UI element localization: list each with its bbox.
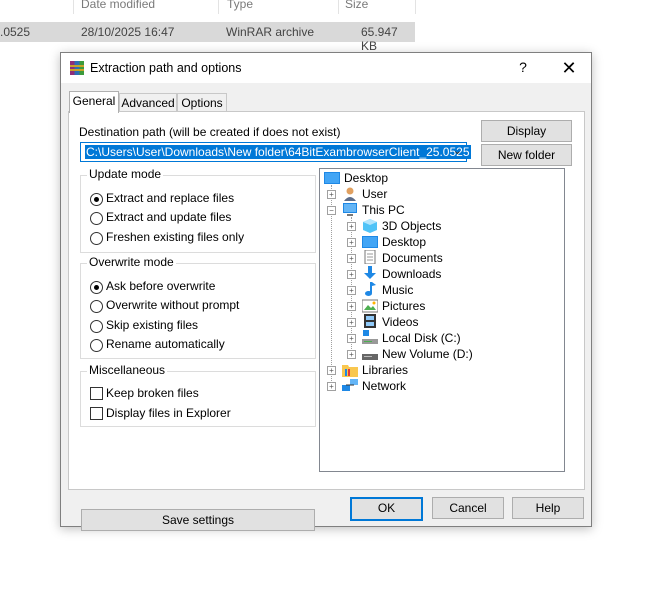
radio-label[interactable]: Ask before overwrite: [106, 279, 215, 293]
update-mode-title: Update mode: [87, 167, 164, 181]
tree-connector: [331, 185, 332, 385]
file-name: .0525: [0, 25, 31, 39]
tab-advanced[interactable]: Advanced: [119, 93, 177, 112]
tab-general[interactable]: General: [69, 91, 119, 113]
tab-options[interactable]: Options: [177, 93, 227, 112]
checkbox-display-in-explorer[interactable]: [90, 407, 103, 420]
help-button[interactable]: Help: [512, 497, 584, 519]
radio-label[interactable]: Extract and update files: [106, 210, 231, 224]
document-icon: [364, 250, 376, 264]
update-mode-group: Update mode Extract and replace files Ex…: [80, 167, 316, 253]
radio-overwrite-without-prompt[interactable]: [90, 300, 103, 313]
checkbox-label[interactable]: Keep broken files: [106, 386, 199, 400]
collapse-icon[interactable]: −: [327, 206, 336, 215]
expand-icon[interactable]: +: [347, 318, 356, 327]
extraction-dialog: Extraction path and options ? ✕ General …: [60, 52, 592, 531]
tree-label: Documents: [382, 251, 443, 265]
system-drive-icon: [362, 330, 378, 344]
file-size: 65.947 KB: [361, 25, 398, 53]
expand-icon[interactable]: +: [327, 190, 336, 199]
tree-label: Pictures: [382, 299, 426, 313]
folder-tree[interactable]: Desktop + User − This PC + 3D Objects + …: [319, 168, 565, 472]
computer-icon: [343, 203, 357, 216]
save-settings-button[interactable]: Save settings: [81, 509, 315, 531]
column-size[interactable]: Size: [345, 0, 368, 11]
tree-label: Videos: [382, 315, 419, 329]
tree-label: Desktop: [344, 171, 389, 185]
radio-extract-update[interactable]: [90, 212, 103, 225]
dialog-title: Extraction path and options: [90, 61, 242, 75]
radio-label[interactable]: Skip existing files: [106, 318, 198, 332]
tree-label: Music: [382, 283, 414, 297]
radio-label[interactable]: Freshen existing files only: [106, 230, 244, 244]
radio-extract-replace[interactable]: [90, 193, 103, 206]
overwrite-mode-group: Overwrite mode Ask before overwrite Over…: [80, 255, 316, 359]
tree-label: Desktop: [382, 235, 427, 249]
expand-icon[interactable]: +: [347, 302, 356, 311]
radio-label[interactable]: Overwrite without prompt: [106, 298, 239, 312]
file-type: WinRAR archive: [226, 25, 315, 39]
miscellaneous-title: Miscellaneous: [87, 363, 168, 377]
expand-icon[interactable]: +: [327, 382, 336, 391]
radio-freshen[interactable]: [90, 232, 103, 245]
help-icon[interactable]: ?: [509, 59, 537, 77]
expand-icon[interactable]: +: [347, 334, 356, 343]
network-icon: [342, 379, 358, 391]
miscellaneous-group: Miscellaneous Keep broken files Display …: [80, 363, 316, 427]
film-icon: [364, 314, 376, 328]
column-type[interactable]: Type: [227, 0, 253, 11]
destination-label: Destination path (will be created if doe…: [79, 125, 341, 139]
column-separator: [218, 0, 219, 14]
expand-icon[interactable]: +: [347, 254, 356, 263]
radio-label[interactable]: Rename automatically: [106, 337, 225, 351]
tree-label: This PC: [362, 203, 405, 217]
column-date-modified[interactable]: Date modified: [81, 0, 155, 11]
radio-skip-existing[interactable]: [90, 320, 103, 333]
music-note-icon: [365, 282, 376, 296]
column-separator: [73, 0, 74, 14]
destination-path-combobox[interactable]: C:\Users\User\Downloads\New folder\64Bit…: [80, 142, 471, 162]
chevron-down-icon[interactable]: ⌄: [453, 144, 462, 157]
column-separator: [338, 0, 339, 14]
destination-path-value: C:\Users\User\Downloads\New folder\64Bit…: [85, 145, 471, 159]
download-arrow-icon: [364, 266, 376, 279]
tree-label: Libraries: [362, 363, 409, 377]
picture-icon: [362, 299, 378, 313]
tree-label: Local Disk (C:): [382, 331, 461, 345]
desktop-icon: [362, 236, 378, 248]
expand-icon[interactable]: +: [347, 270, 356, 279]
tree-label: Network: [362, 379, 407, 393]
checkbox-keep-broken-files[interactable]: [90, 387, 103, 400]
expand-icon[interactable]: +: [347, 238, 356, 247]
explorer-file-row[interactable]: .0525 28/10/2025 16:47 WinRAR archive 65…: [0, 22, 415, 53]
title-bar[interactable]: Extraction path and options ? ✕: [61, 53, 591, 83]
winrar-icon: [70, 61, 84, 75]
tree-label: New Volume (D:): [382, 347, 473, 361]
cancel-button[interactable]: Cancel: [432, 497, 504, 519]
ok-button[interactable]: OK: [350, 497, 423, 521]
explorer-column-header: Date modified Type Size: [0, 0, 416, 14]
new-folder-button[interactable]: New folder: [481, 144, 572, 166]
expand-icon[interactable]: +: [347, 286, 356, 295]
expand-icon[interactable]: +: [347, 350, 356, 359]
radio-rename-automatically[interactable]: [90, 339, 103, 352]
radio-ask-before-overwrite[interactable]: [90, 281, 103, 294]
column-separator: [415, 0, 416, 14]
tree-label: 3D Objects: [382, 219, 442, 233]
desktop-icon: [324, 172, 340, 184]
tree-label: User: [362, 187, 388, 201]
overwrite-mode-title: Overwrite mode: [87, 255, 176, 269]
display-button[interactable]: Display: [481, 120, 572, 142]
user-icon: [344, 187, 356, 201]
expand-icon[interactable]: +: [347, 222, 356, 231]
radio-label[interactable]: Extract and replace files: [106, 191, 234, 205]
drive-icon: [362, 354, 378, 360]
library-folder-icon: [342, 365, 358, 377]
checkbox-label[interactable]: Display files in Explorer: [106, 406, 231, 420]
close-icon[interactable]: ✕: [555, 57, 583, 79]
cube-icon: [363, 219, 377, 233]
tree-label: Downloads: [382, 267, 442, 281]
expand-icon[interactable]: +: [327, 366, 336, 375]
file-date: 28/10/2025 16:47: [81, 25, 175, 39]
